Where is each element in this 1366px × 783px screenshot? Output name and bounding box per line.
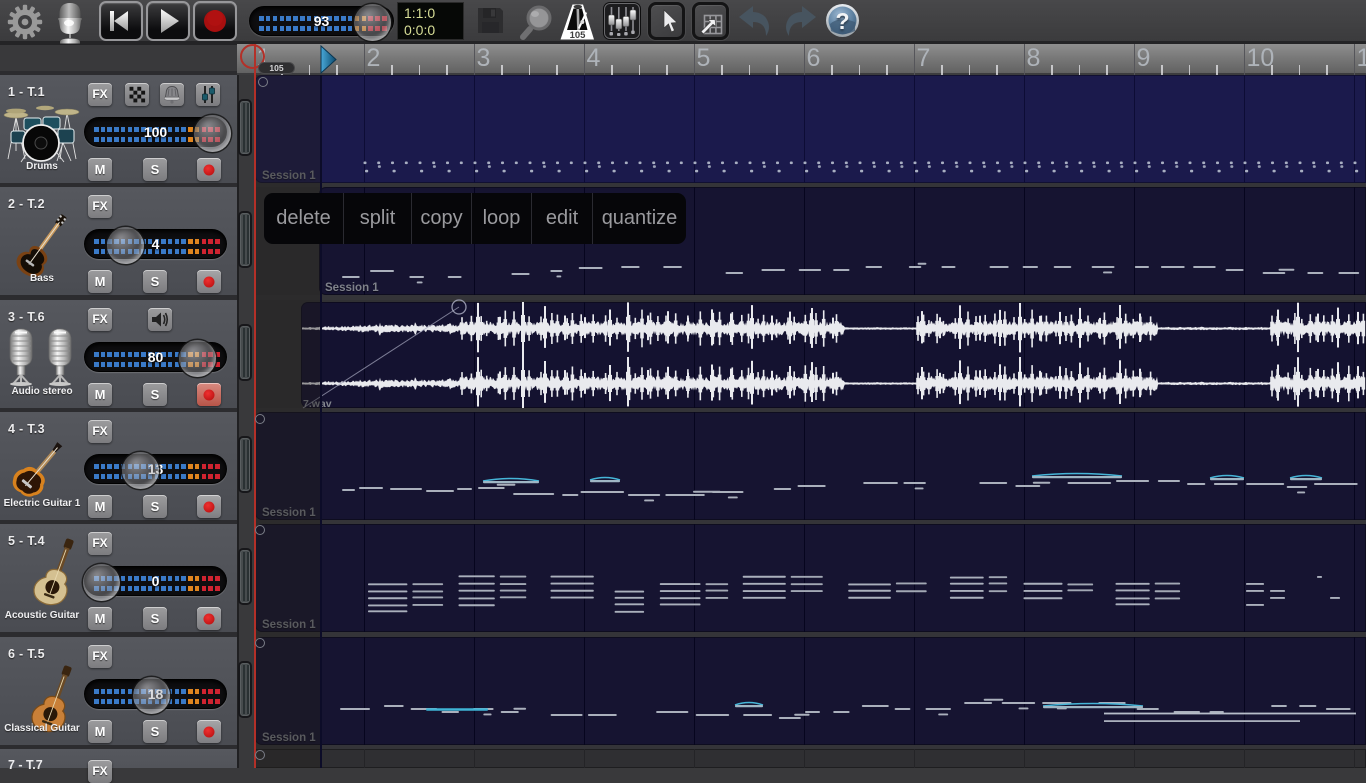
svg-text:105: 105 xyxy=(570,30,587,41)
svg-text:?: ? xyxy=(835,8,849,34)
